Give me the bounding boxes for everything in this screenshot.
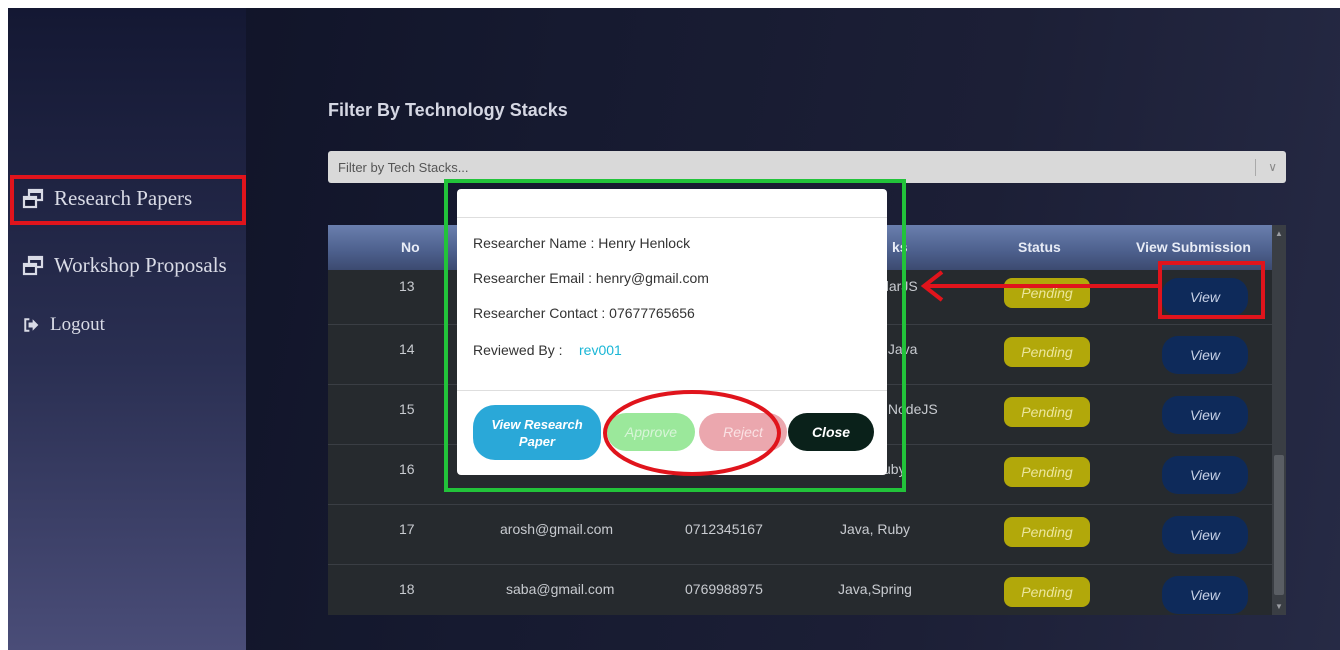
cell-email: saba@gmail.com	[506, 581, 615, 597]
status-badge: Pending	[1004, 278, 1090, 308]
view-submission-button[interactable]: View	[1162, 516, 1248, 554]
sidebar-item-label: Logout	[50, 314, 105, 335]
cell-tech: Java, Ruby	[840, 521, 911, 537]
status-badge: Pending	[1004, 397, 1090, 427]
researcher-contact: Researcher Contact : 07677765656	[473, 305, 695, 321]
researcher-email: Researcher Email : henry@gmail.com	[473, 270, 709, 286]
sidebar-item-logout[interactable]: Logout	[22, 314, 105, 336]
reviewed-by-label: Reviewed By :	[473, 342, 563, 358]
column-header-view-submission: View Submission	[1136, 239, 1251, 255]
table-scrollbar[interactable]: ▲ ▼	[1272, 225, 1286, 615]
cell-no: 17	[399, 521, 415, 537]
filter-title: Filter By Technology Stacks	[328, 100, 568, 120]
researcher-name: Researcher Name : Henry Henlock	[473, 235, 691, 251]
window-restore-icon	[22, 255, 44, 275]
sidebar: Research Papers Workshop Proposals Logou…	[8, 8, 246, 650]
status-badge: Pending	[1004, 577, 1090, 607]
app-window: Research Papers Workshop Proposals Logou…	[8, 8, 1340, 650]
cell-no: 18	[399, 581, 415, 597]
reviewer-id: rev001	[579, 342, 622, 358]
select-separator	[1255, 159, 1256, 176]
scroll-up-icon[interactable]: ▲	[1275, 229, 1283, 238]
cell-email: arosh@gmail.com	[500, 521, 614, 537]
cell-no: 13	[399, 278, 415, 294]
cell-tech: ,Java	[884, 341, 918, 357]
view-submission-button[interactable]: View	[1162, 278, 1248, 316]
view-research-paper-button[interactable]: View Research Paper	[473, 405, 601, 460]
sidebar-item-label: Research Papers	[54, 186, 193, 210]
status-badge: Pending	[1004, 517, 1090, 547]
column-header-status: Status	[1018, 239, 1061, 255]
view-submission-button[interactable]: View	[1162, 576, 1248, 614]
cell-no: 14	[399, 341, 415, 357]
modal-footer-divider	[457, 390, 887, 391]
view-submission-button[interactable]: View	[1162, 456, 1248, 494]
sidebar-item-research-papers[interactable]: Research Papers	[22, 186, 192, 211]
scroll-down-icon[interactable]: ▼	[1275, 602, 1283, 611]
tech-stack-filter-select[interactable]: Filter by Tech Stacks... ∨	[328, 151, 1286, 183]
researcher-details-modal: Researcher Name : Henry Henlock Research…	[457, 189, 887, 475]
view-submission-button[interactable]: View	[1162, 396, 1248, 434]
sidebar-item-label: Workshop Proposals	[54, 253, 227, 277]
close-button[interactable]: Close	[788, 413, 874, 451]
status-badge: Pending	[1004, 337, 1090, 367]
status-badge: Pending	[1004, 457, 1090, 487]
cell-no: 15	[399, 401, 415, 417]
column-header-tech-stacks: ks	[892, 239, 908, 255]
sign-out-icon	[24, 318, 39, 332]
column-header-no: No	[401, 239, 420, 255]
approve-button[interactable]: Approve	[607, 413, 695, 451]
view-submission-button[interactable]: View	[1162, 336, 1248, 374]
scrollbar-thumb[interactable]	[1274, 455, 1284, 595]
cell-tech: ,NodeJS	[884, 401, 938, 417]
chevron-down-icon[interactable]: ∨	[1268, 160, 1277, 174]
table-row: 18 saba@gmail.com 0769988975 Java,Spring…	[328, 565, 1272, 615]
cell-contact: 0712345167	[685, 521, 763, 537]
cell-contact: 0769988975	[685, 581, 763, 597]
window-restore-icon	[22, 188, 44, 208]
cell-tech: Java,Spring	[838, 581, 912, 597]
cell-no: 16	[399, 461, 415, 477]
filter-placeholder: Filter by Tech Stacks...	[338, 159, 469, 175]
modal-header-divider	[457, 217, 887, 218]
reject-button[interactable]: Reject	[699, 413, 787, 451]
sidebar-item-workshop-proposals[interactable]: Workshop Proposals	[22, 253, 227, 278]
table-row: 17 arosh@gmail.com 0712345167 Java, Ruby…	[328, 505, 1272, 565]
